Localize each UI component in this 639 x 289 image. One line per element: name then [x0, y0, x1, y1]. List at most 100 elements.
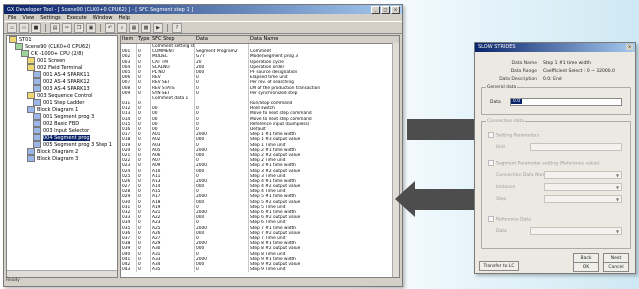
cut-icon[interactable]: ✂: [62, 22, 72, 33]
module-icon: [33, 120, 41, 127]
table-row[interactable]: 043 0 A35 0 Step 9 Time unit: [121, 267, 399, 273]
instance-select: ▼: [544, 183, 622, 191]
column-header[interactable]: Type: [137, 36, 151, 43]
tree-item-label: 002 Basic FBD: [43, 120, 80, 127]
step-select: ▼: [544, 195, 622, 203]
save-icon[interactable]: ■: [31, 22, 41, 33]
menu-item-help[interactable]: Help: [118, 15, 129, 21]
column-header[interactable]: Item: [121, 36, 137, 43]
paste-icon[interactable]: ▣: [86, 22, 96, 33]
tree-item-label: 001 Segment prog 3: [43, 113, 95, 120]
step-label: Step: [496, 197, 507, 202]
dialog-close-button[interactable]: ×: [626, 44, 633, 50]
minimize-button[interactable]: _: [371, 5, 380, 14]
module-icon: [33, 78, 41, 85]
table-header: Item Type SFC Step Data Data Name: [121, 36, 399, 44]
tree-item-label: 003 Sequence Control: [37, 92, 93, 99]
cancel-button[interactable]: Cancel: [603, 262, 629, 272]
chevron-down-icon: ▼: [615, 229, 620, 234]
open-folder-icon[interactable]: ▭: [19, 22, 29, 33]
table-vertical-scrollbar[interactable]: [392, 43, 399, 277]
ok-button[interactable]: OK: [573, 262, 599, 272]
tree-item[interactable]: Scene90 (CLK0+0 CPU62): [7, 43, 117, 50]
tree-item[interactable]: 004 Segment prog: [7, 134, 117, 141]
transfer-button[interactable]: Transfer to LC: [479, 261, 519, 271]
data-input[interactable]: 0.0: [510, 98, 622, 106]
monitor-icon[interactable]: ▦: [129, 22, 139, 33]
folder-icon: [27, 57, 35, 64]
tree-item[interactable]: Block Diagram 2: [7, 148, 117, 155]
module-icon: [33, 127, 41, 134]
menu-item-file[interactable]: File: [8, 15, 16, 21]
menu-item-settings[interactable]: Settings: [40, 15, 61, 21]
tree-item[interactable]: ST01: [7, 36, 117, 43]
step-icon[interactable]: ▶: [153, 22, 163, 33]
print-icon[interactable]: ▤: [50, 22, 60, 33]
tree-item[interactable]: 005 Segment prog 3 Step 1: [7, 141, 117, 148]
toolbar-separator: [100, 23, 101, 32]
undo-icon[interactable]: ↶: [105, 22, 115, 33]
general-data-group: General data Data 0.0: [481, 85, 631, 115]
tree-item-label: 001 Screen: [37, 57, 66, 64]
cpu-icon: [21, 50, 29, 57]
tree-item[interactable]: Block Diagram 3: [7, 155, 117, 162]
tree-item-label: 002 AS-4 SPARK12: [43, 78, 90, 85]
table-cell: 043: [121, 267, 137, 273]
reference-data-label: Reference Data: [496, 217, 531, 223]
new-file-icon[interactable]: ▫: [7, 22, 17, 33]
grid-icon[interactable]: ▩: [141, 22, 151, 33]
tree-item-label: 003 Input Selector: [43, 127, 90, 134]
parameter-table: Item Type SFC Step Data Data Name Comment se…: [120, 35, 400, 278]
table-body: Comment setting step 10010COMMENTSegment…: [121, 44, 399, 273]
toolbar-separator: [45, 23, 46, 32]
tree-item-label: Block Diagram 3: [37, 155, 79, 162]
help-icon[interactable]: ?: [172, 22, 182, 33]
tree-item[interactable]: 001 Segment prog 3: [7, 113, 117, 120]
toolbar-separator: [167, 23, 168, 32]
main-window: GX Developer Tool - [ Scene90 (CLK0+0 CP…: [3, 4, 403, 287]
column-header[interactable]: Data: [195, 36, 249, 43]
module-icon: [33, 113, 41, 120]
find-icon[interactable]: ⌕: [117, 22, 127, 33]
tree-item[interactable]: 001 AS-4 SPARK11: [7, 71, 117, 78]
tree-item[interactable]: Block Diagram 1: [7, 106, 117, 113]
tree-item-label: 004 Segment prog: [43, 134, 90, 141]
chevron-down-icon: ▼: [615, 185, 620, 190]
tree-item-label: 005 Segment prog 3 Step 1: [43, 141, 113, 148]
unit-label: Unit: [496, 145, 506, 150]
menu-item-view[interactable]: View: [22, 15, 34, 21]
tree-item-label: Scene90 (CLK0+0 CPU62): [25, 43, 91, 50]
project-tree[interactable]: ST01 Scene90 (CLK0+0 CPU62) CK -1000+ CPU …: [6, 35, 118, 278]
info-value: Step 1 #1 time width: [543, 60, 592, 66]
arrow-right-icon: [407, 111, 499, 147]
tree-item[interactable]: 001 Screen: [7, 57, 117, 64]
chevron-down-icon: ▼: [615, 173, 620, 178]
reference-data-checkbox[interactable]: Reference Data: [488, 216, 531, 223]
tree-item[interactable]: 002 AS-4 SPARK12: [7, 78, 117, 85]
tree-item[interactable]: 002 Field Terminal: [7, 64, 117, 71]
info-key: Data Name: [511, 60, 537, 66]
maximize-button[interactable]: □: [381, 5, 390, 14]
menu-item-execute[interactable]: Execute: [67, 15, 87, 21]
column-header[interactable]: Data Name: [249, 36, 399, 43]
copy-icon[interactable]: ❐: [74, 22, 84, 33]
module-icon: [27, 106, 35, 113]
tree-item[interactable]: 003 Input Selector: [7, 127, 117, 134]
tree-item[interactable]: 003 Sequence Control: [7, 92, 117, 99]
column-header[interactable]: SFC Step: [151, 36, 195, 43]
data-label: Data: [490, 100, 501, 105]
dialog-title-bar: SLOW STRIDES ×: [475, 43, 635, 52]
unit-field: [530, 143, 622, 151]
tree-horizontal-scrollbar[interactable]: [7, 270, 117, 277]
info-row: Data Name Step 1 #1 time width: [489, 59, 629, 67]
setting-parameters-checkbox[interactable]: Setting Parameters: [488, 132, 539, 139]
tree-item[interactable]: 001 Step Ladder: [7, 99, 117, 106]
menu-item-window[interactable]: Window: [93, 15, 113, 21]
tree-item[interactable]: 003 AS-4 SPARK13: [7, 85, 117, 92]
toolbar: ▫ ▭ ■ ▤ ✂ ❐ ▣ ↶ ⌕ ▦ ▩ ▶ ?: [4, 21, 402, 34]
reference-data-select: ▼: [530, 227, 622, 235]
tree-item[interactable]: CK -1000+ CPU (2/8): [7, 50, 117, 57]
close-button[interactable]: ×: [391, 5, 400, 14]
segment-parameter-checkbox[interactable]: Segment Parameter setting (Reference val…: [488, 160, 599, 167]
tree-item[interactable]: 002 Basic FBD: [7, 120, 117, 127]
